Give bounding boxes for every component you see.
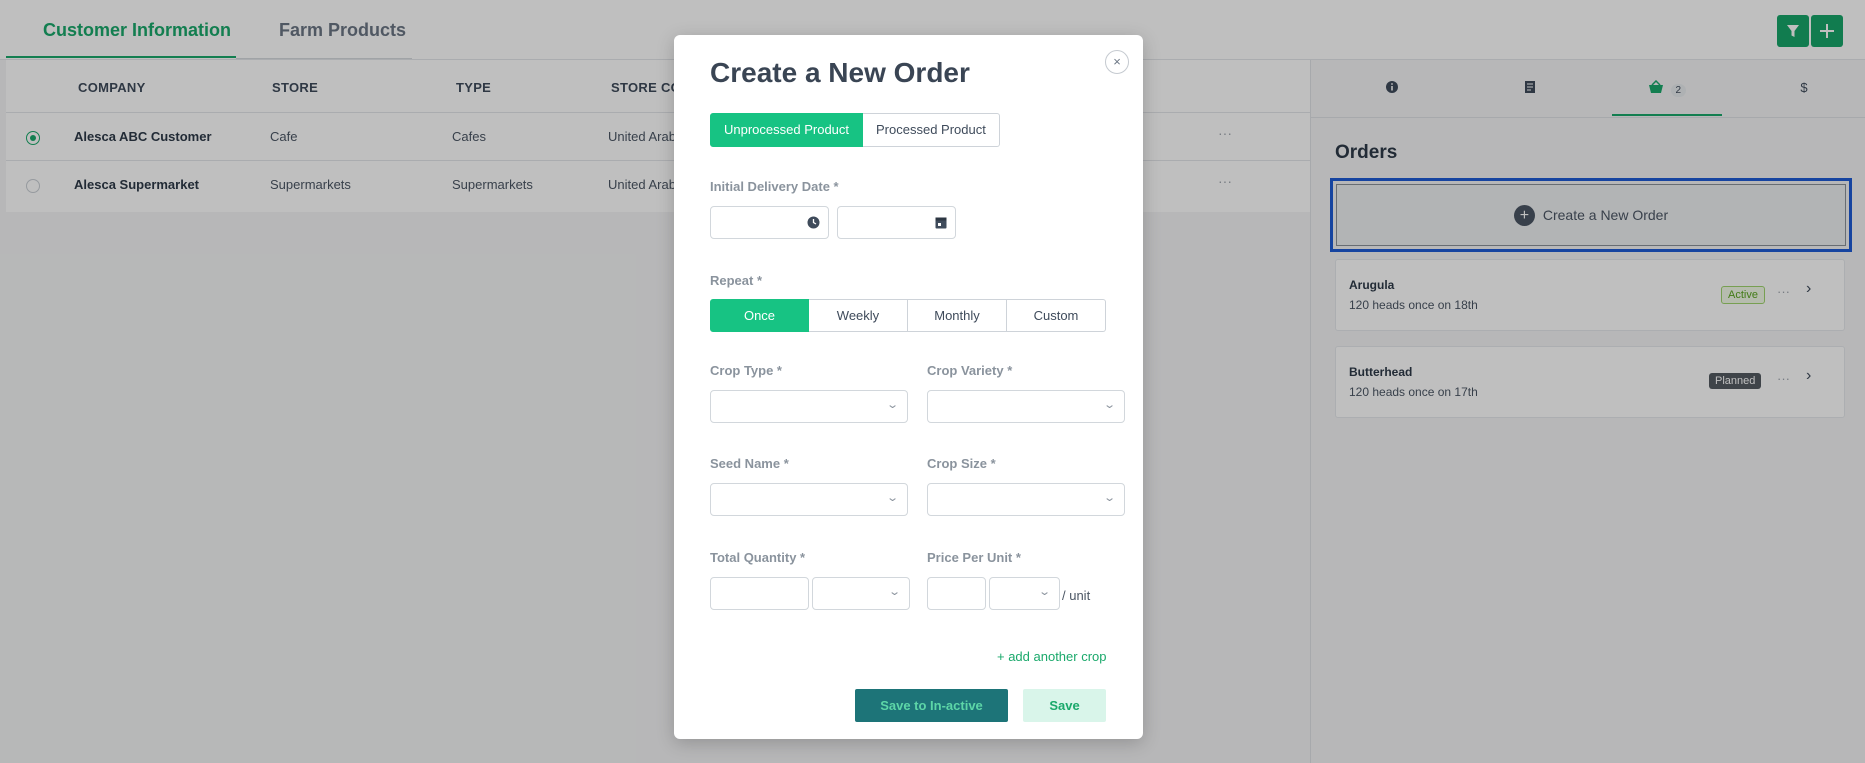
- crop-size-label: Crop Size *: [927, 456, 996, 471]
- processed-product-option[interactable]: Processed Product: [863, 113, 1000, 147]
- chevron-down-icon: ⌄: [1102, 399, 1116, 411]
- chevron-down-icon: ⌄: [885, 399, 899, 411]
- calendar-icon: [935, 217, 947, 229]
- crop-type-select[interactable]: ⌄: [710, 390, 908, 423]
- chevron-down-icon: ⌄: [1037, 586, 1051, 598]
- chevron-down-icon: ⌄: [1102, 492, 1116, 504]
- delivery-date-label: Initial Delivery Date *: [710, 179, 839, 194]
- currency-select[interactable]: ⌄: [989, 577, 1060, 610]
- repeat-monthly-option[interactable]: Monthly: [908, 299, 1007, 332]
- repeat-label: Repeat *: [710, 273, 763, 288]
- save-button[interactable]: Save: [1023, 689, 1106, 722]
- delivery-time-input[interactable]: [710, 206, 829, 239]
- delivery-date-input[interactable]: [837, 206, 956, 239]
- modal-title: Create a New Order: [710, 57, 970, 88]
- create-order-modal: × Create a New Order Unprocessed Product…: [674, 35, 1143, 739]
- crop-variety-select[interactable]: ⌄: [927, 390, 1125, 423]
- seed-name-label: Seed Name *: [710, 456, 789, 471]
- save-to-inactive-button[interactable]: Save to In-active: [855, 689, 1008, 722]
- repeat-toggle: Once Weekly Monthly Custom: [710, 299, 1106, 332]
- price-per-unit-label: Price Per Unit *: [927, 550, 1021, 565]
- clock-icon: [807, 216, 820, 229]
- total-quantity-label: Total Quantity *: [710, 550, 806, 565]
- chevron-down-icon: ⌄: [885, 492, 899, 504]
- product-type-toggle: Unprocessed Product Processed Product: [710, 113, 1000, 147]
- chevron-down-icon: ⌄: [887, 586, 901, 598]
- repeat-custom-option[interactable]: Custom: [1007, 299, 1106, 332]
- crop-size-select[interactable]: ⌄: [927, 483, 1125, 516]
- repeat-weekly-option[interactable]: Weekly: [809, 299, 908, 332]
- close-icon[interactable]: ×: [1105, 50, 1129, 74]
- crop-variety-label: Crop Variety *: [927, 363, 1013, 378]
- unprocessed-product-option[interactable]: Unprocessed Product: [710, 113, 864, 147]
- total-quantity-input[interactable]: [710, 577, 809, 610]
- quantity-unit-select[interactable]: ⌄: [812, 577, 910, 610]
- add-another-crop-link[interactable]: + add another crop: [997, 649, 1107, 664]
- crop-type-label: Crop Type *: [710, 363, 782, 378]
- seed-name-select[interactable]: ⌄: [710, 483, 908, 516]
- unit-suffix: / unit: [1062, 588, 1091, 603]
- repeat-once-option[interactable]: Once: [710, 299, 809, 332]
- price-input[interactable]: [927, 577, 986, 610]
